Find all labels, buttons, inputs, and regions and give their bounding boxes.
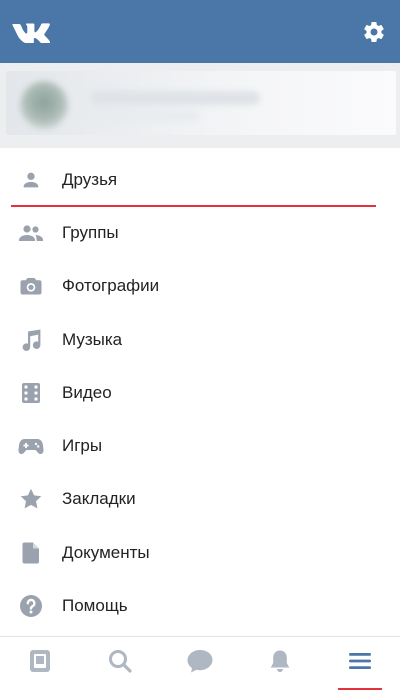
menu-item-help[interactable]: Помощь bbox=[0, 579, 400, 632]
main-menu: Друзья Группы Фотографии Музыка Видео Иг… bbox=[0, 153, 400, 633]
music-note-icon bbox=[18, 327, 44, 353]
menu-item-label: Друзья bbox=[62, 169, 118, 189]
menu-item-games[interactable]: Игры bbox=[0, 419, 400, 472]
menu-item-groups[interactable]: Группы bbox=[0, 206, 400, 259]
people-icon bbox=[18, 220, 44, 246]
menu-item-label: Фотографии bbox=[62, 276, 160, 296]
search-icon bbox=[107, 648, 133, 679]
film-icon bbox=[18, 380, 44, 406]
menu-item-label: Документы bbox=[62, 542, 150, 562]
profile-card[interactable] bbox=[6, 71, 396, 135]
app-header bbox=[0, 0, 400, 63]
profile-section bbox=[0, 63, 400, 148]
menu-item-documents[interactable]: Документы bbox=[0, 526, 400, 579]
vk-logo-icon[interactable] bbox=[12, 21, 50, 43]
menu-item-friends[interactable]: Друзья bbox=[0, 153, 400, 208]
gear-icon[interactable] bbox=[362, 20, 386, 44]
camera-icon bbox=[18, 273, 44, 299]
menu-item-label: Группы bbox=[62, 222, 119, 242]
tab-notifications[interactable] bbox=[260, 644, 300, 684]
news-icon bbox=[28, 648, 52, 679]
document-icon bbox=[18, 540, 44, 566]
menu-item-music[interactable]: Музыка bbox=[0, 313, 400, 366]
help-icon bbox=[18, 593, 44, 619]
messages-icon bbox=[186, 648, 214, 679]
profile-name-blurred bbox=[90, 91, 260, 105]
menu-item-video[interactable]: Видео bbox=[0, 366, 400, 419]
tab-menu[interactable] bbox=[338, 644, 382, 690]
bell-icon bbox=[268, 648, 292, 679]
bottom-tab-bar bbox=[0, 636, 400, 690]
gamepad-icon bbox=[18, 433, 44, 459]
star-icon bbox=[18, 486, 44, 512]
tab-messages[interactable] bbox=[180, 644, 220, 684]
menu-item-label: Музыка bbox=[62, 329, 123, 349]
menu-item-bookmarks[interactable]: Закладки bbox=[0, 473, 400, 526]
avatar bbox=[20, 81, 68, 129]
menu-icon bbox=[347, 650, 373, 677]
tab-news[interactable] bbox=[20, 644, 60, 684]
profile-status-blurred bbox=[90, 111, 200, 121]
person-icon bbox=[18, 167, 44, 193]
tab-search[interactable] bbox=[100, 644, 140, 684]
menu-item-photos[interactable]: Фотографии bbox=[0, 260, 400, 313]
menu-item-label: Закладки bbox=[62, 489, 136, 509]
menu-item-label: Видео bbox=[62, 382, 112, 402]
active-tab-indicator bbox=[338, 687, 382, 690]
menu-item-label: Игры bbox=[62, 436, 103, 456]
menu-item-label: Помощь bbox=[62, 596, 128, 616]
